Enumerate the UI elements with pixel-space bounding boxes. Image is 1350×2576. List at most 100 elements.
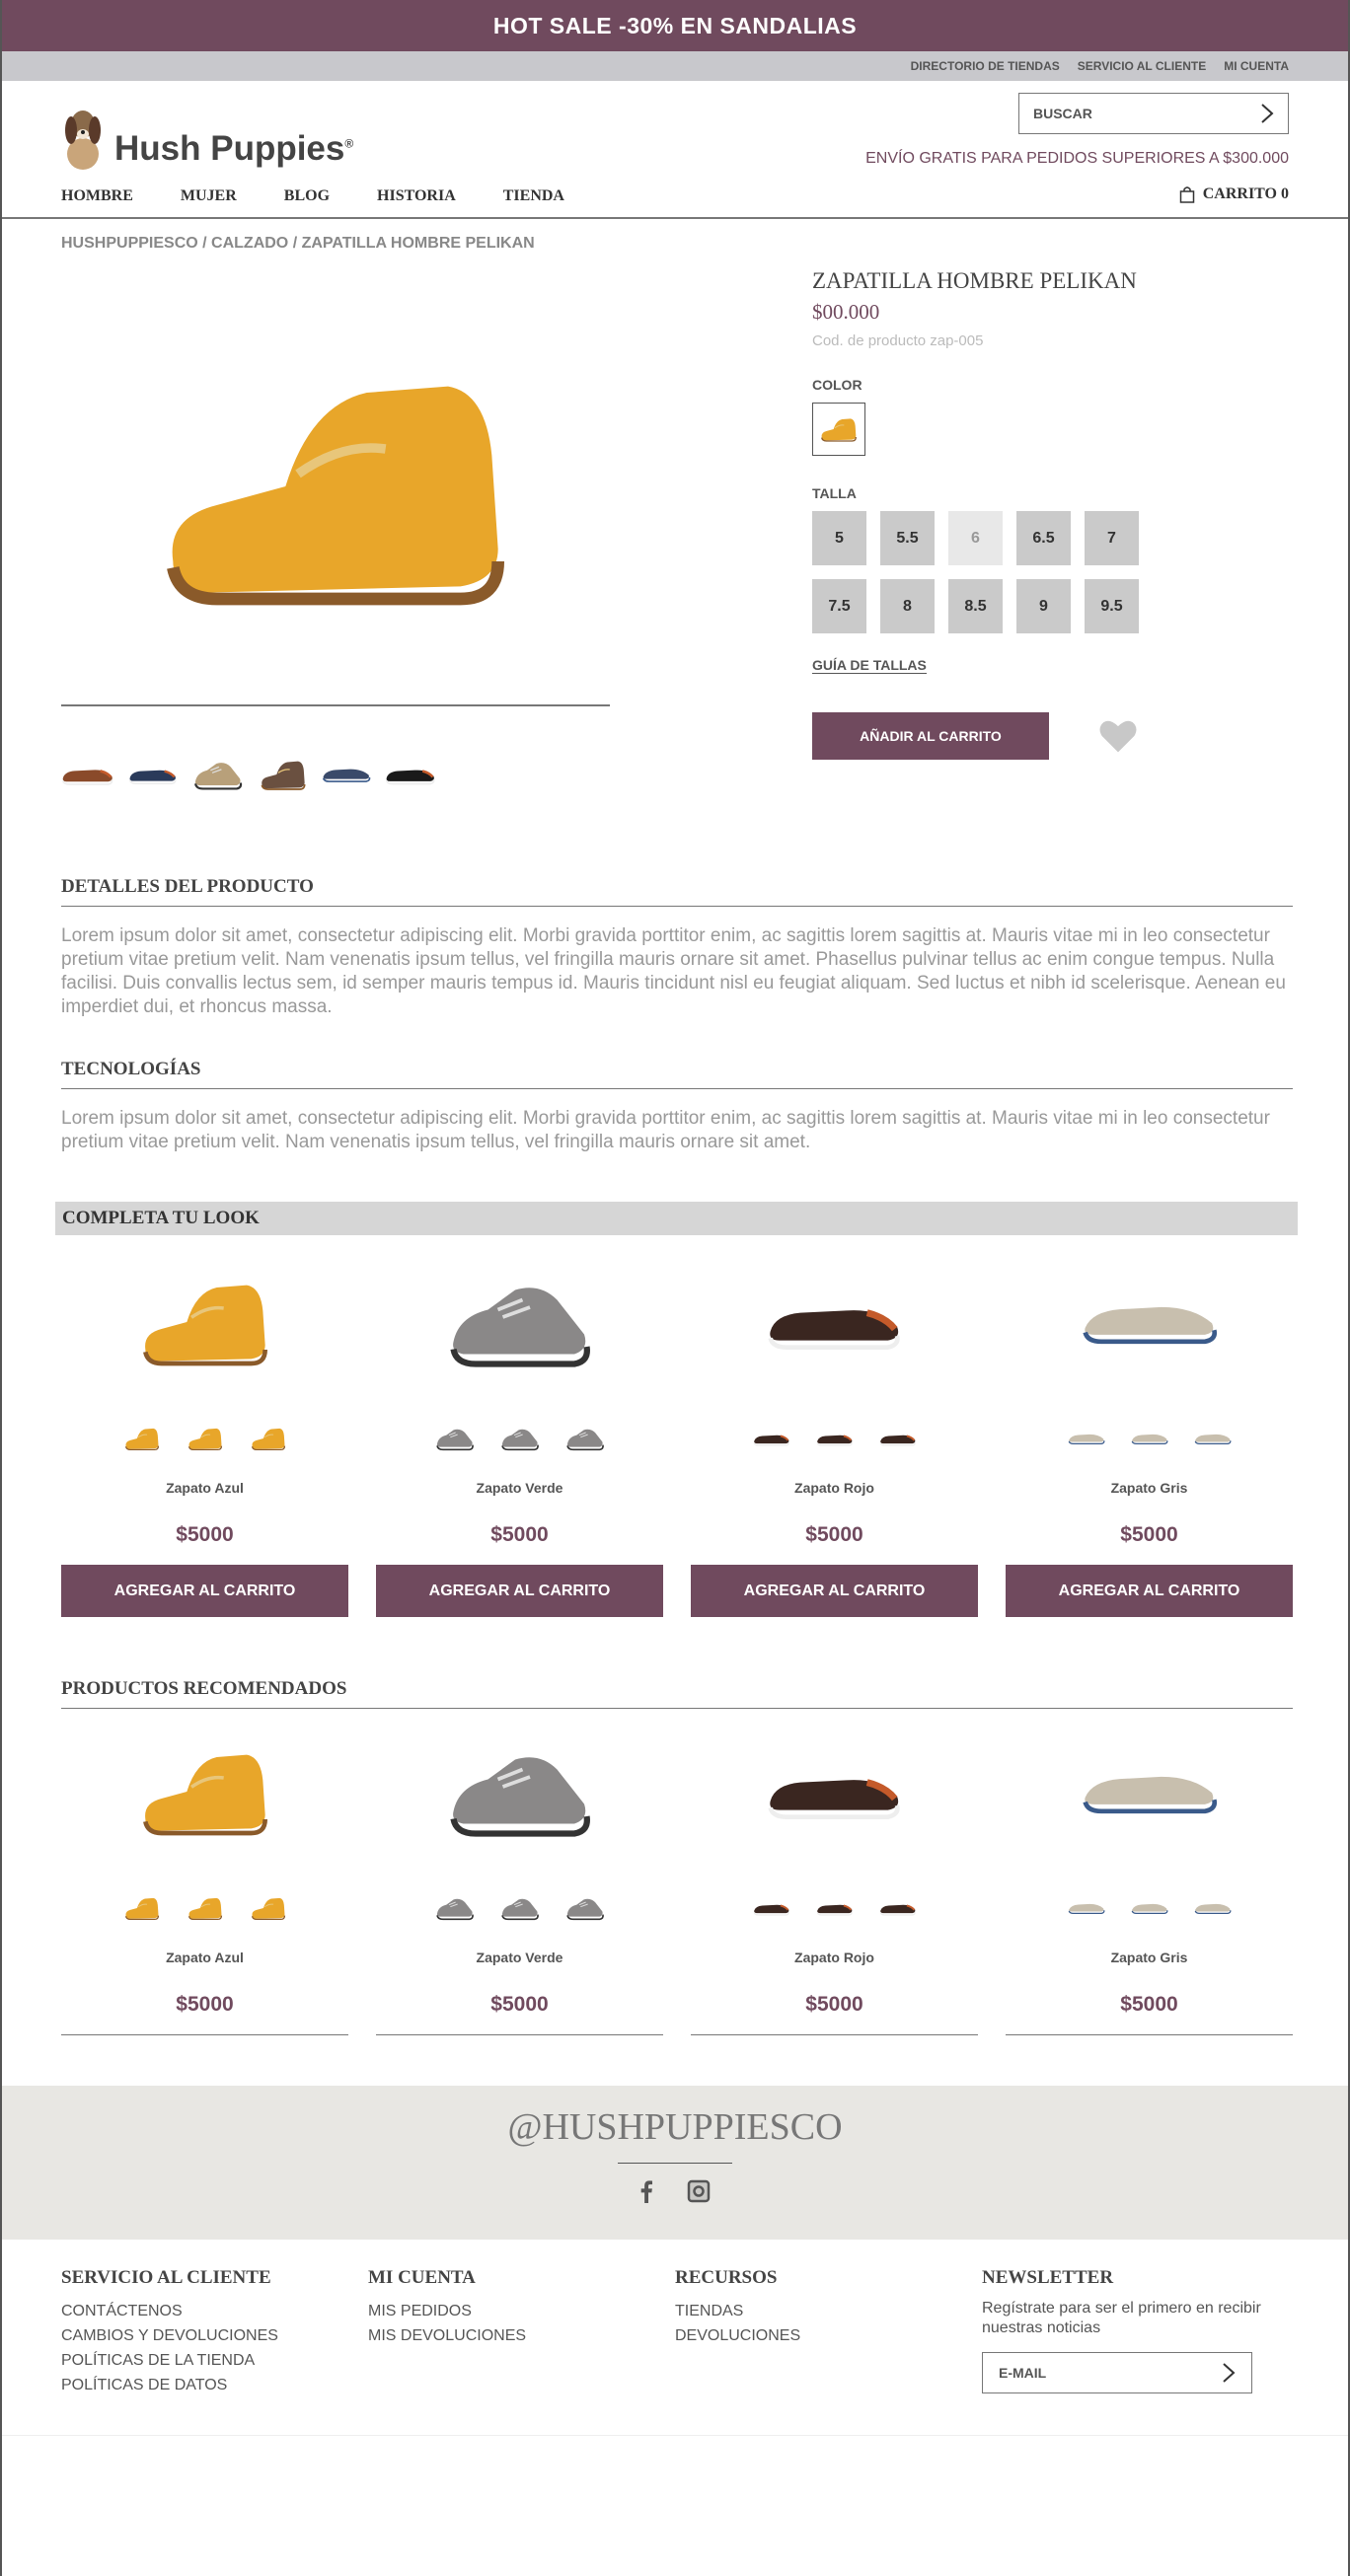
util-link-account[interactable]: MI CUENTA [1224,59,1289,73]
product-card-name[interactable]: Zapato Gris [1111,1480,1188,1496]
instagram-icon[interactable] [687,2179,711,2203]
logo[interactable]: Hush Puppies® [61,103,353,172]
chevron-right-icon[interactable] [1260,103,1274,124]
size-option[interactable]: 7.5 [812,579,866,633]
footer-heading: RECURSOS [675,2267,778,2288]
color-swatch-yellow[interactable] [812,403,865,456]
size-guide-link[interactable]: GUÍA DE TALLAS [812,657,927,674]
product-card-name[interactable]: Zapato Gris [1111,1950,1188,1965]
nav-blog[interactable]: BLOG [284,187,330,205]
variant-thumb[interactable] [879,1898,917,1918]
variant-thumb[interactable] [879,1429,917,1448]
size-option[interactable]: 7 [1085,511,1139,565]
thumbnail-tan-shoe[interactable] [191,758,245,791]
variant-thumb[interactable] [435,1893,475,1923]
footer-link[interactable]: POLÍTICAS DE DATOS [61,2373,368,2397]
thumbnail-brown-shoe[interactable] [61,760,114,789]
newsletter-text: Regístrate para ser el primero en recibi… [982,2300,1261,2336]
variant-thumb[interactable] [187,1426,224,1451]
facebook-icon[interactable] [639,2179,653,2203]
size-option[interactable]: 8.5 [948,579,1003,633]
variant-thumb[interactable] [565,1424,605,1453]
variant-thumb[interactable] [187,1895,224,1921]
product-card-image[interactable] [446,1253,594,1391]
product-card-image[interactable] [136,1253,274,1391]
variant-thumb[interactable] [1131,1900,1168,1916]
variant-thumb[interactable] [1194,1431,1232,1446]
footer-link[interactable]: POLÍTICAS DE LA TIENDA [61,2348,368,2373]
nav-tienda[interactable]: TIENDA [503,187,564,205]
add-to-cart-button[interactable]: AGREGAR AL CARRITO [376,1565,663,1617]
variant-thumb[interactable] [1068,1900,1105,1916]
add-to-cart-button[interactable]: AGREGAR AL CARRITO [61,1565,348,1617]
product-card-name[interactable]: Zapato Azul [166,1950,244,1965]
instagram-handle[interactable]: @HUSHPUPPIESCO [507,2105,842,2149]
add-to-cart-button[interactable]: AGREGAR AL CARRITO [1006,1565,1293,1617]
size-option[interactable]: 6.5 [1016,511,1071,565]
product-card-image[interactable] [766,1723,904,1861]
util-link-stores[interactable]: DIRECTORIO DE TIENDAS [911,59,1060,73]
footer-link[interactable]: DEVOLUCIONES [675,2323,982,2348]
variant-thumb[interactable] [500,1893,540,1923]
color-variants [753,1888,917,1928]
details-text: Lorem ipsum dolor sit amet, consectetur … [61,925,1286,1017]
product-main-image[interactable] [61,266,610,705]
search-input[interactable]: BUSCAR [1018,93,1289,134]
util-link-service[interactable]: SERVICIO AL CLIENTE [1078,59,1206,73]
thumbnail-black-shoe[interactable] [385,760,436,789]
promo-banner[interactable]: HOT SALE -30% EN SANDALIAS [2,0,1348,51]
variant-thumb[interactable] [753,1898,790,1918]
thumbnail-blue-slipon[interactable] [322,762,371,787]
variant-thumb[interactable] [816,1898,854,1918]
product-card-image[interactable] [1081,1723,1219,1861]
product-card-image[interactable] [766,1253,904,1391]
variant-thumb[interactable] [1131,1431,1168,1446]
size-option[interactable]: 8 [880,579,935,633]
footer-link[interactable]: MIS PEDIDOS [368,2299,675,2323]
nav-hombre[interactable]: HOMBRE [61,187,133,205]
variant-thumb[interactable] [123,1426,161,1451]
email-placeholder: E-MAIL [999,2365,1047,2381]
chevron-right-icon[interactable] [1222,2362,1236,2384]
color-variants [435,1419,605,1458]
nav-mujer[interactable]: MUJER [181,187,237,205]
variant-thumb[interactable] [1068,1431,1105,1446]
product-card-image[interactable] [446,1723,594,1861]
variant-thumb[interactable] [250,1895,287,1921]
product-card-name[interactable]: Zapato Rojo [794,1480,874,1496]
product-card-name[interactable]: Zapato Verde [477,1480,563,1496]
product-card-image[interactable] [1081,1253,1219,1391]
footer-link[interactable]: TIENDAS [675,2299,982,2323]
variant-thumb[interactable] [816,1429,854,1448]
footer-link[interactable]: MIS DEVOLUCIONES [368,2323,675,2348]
add-to-cart-button[interactable]: AGREGAR AL CARRITO [691,1565,978,1617]
size-option[interactable]: 9 [1016,579,1071,633]
color-variants [123,1419,287,1458]
product-card-name[interactable]: Zapato Rojo [794,1950,874,1965]
page: HOT SALE -30% EN SANDALIAS DIRECTORIO DE… [0,0,1350,2576]
variant-thumb[interactable] [565,1893,605,1923]
newsletter-email-input[interactable]: E-MAIL [982,2352,1252,2393]
size-option[interactable]: 9.5 [1085,579,1139,633]
footer-link[interactable]: CONTÁCTENOS [61,2299,368,2323]
cart-link[interactable]: CARRITO 0 [1179,185,1289,203]
thumbnail-brown-boot[interactable] [259,750,308,799]
variant-thumb[interactable] [123,1895,161,1921]
variant-thumb[interactable] [250,1426,287,1451]
brown-boat-shoe-image [766,1752,904,1831]
heart-icon[interactable] [1098,718,1138,754]
variant-thumb[interactable] [1194,1900,1232,1916]
size-option[interactable]: 5.5 [880,511,935,565]
footer-link[interactable]: CAMBIOS Y DEVOLUCIONES [61,2323,368,2348]
product-card-name[interactable]: Zapato Azul [166,1480,244,1496]
add-to-cart-button[interactable]: AÑADIR AL CARRITO [812,712,1049,760]
product-card-image[interactable] [136,1723,274,1861]
nav-historia[interactable]: HISTORIA [377,187,456,205]
product-card-name[interactable]: Zapato Verde [477,1950,563,1965]
thumbnail-navy-shoe[interactable] [128,760,178,789]
breadcrumb[interactable]: HUSHPUPPIESCO / CALZADO / ZAPATILLA HOMB… [61,235,535,253]
size-option[interactable]: 5 [812,511,866,565]
variant-thumb[interactable] [753,1429,790,1448]
variant-thumb[interactable] [435,1424,475,1453]
variant-thumb[interactable] [500,1424,540,1453]
